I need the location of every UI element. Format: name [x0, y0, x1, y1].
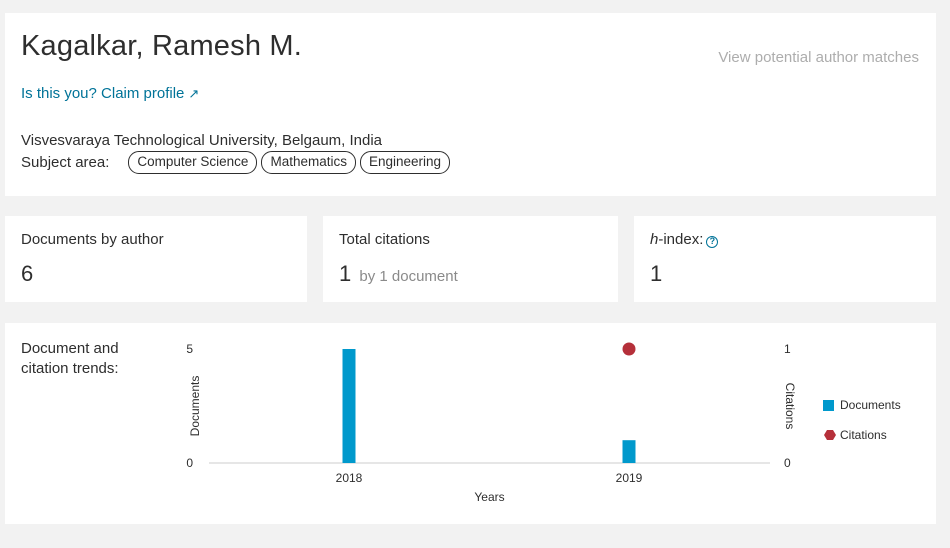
y-tick-label: 0 [186, 456, 193, 470]
legend-swatch-citations [824, 430, 836, 440]
x-tick-label: 2019 [616, 471, 643, 485]
y2-tick-label: 1 [784, 342, 791, 356]
trends-card: Document and citation trends: 0 5 0 1 Docume… [5, 323, 936, 524]
author-name: Kagalkar, Ramesh M. [21, 30, 303, 62]
documents-count: 6 [21, 261, 34, 286]
citations-label: Total citations [339, 231, 430, 248]
claim-profile-label: Is this you? Claim profile [21, 85, 185, 102]
legend-label: Documents [840, 398, 901, 412]
hindex-value: 1 [650, 261, 663, 286]
affiliation: Visvesvaraya Technological University, B… [21, 132, 383, 149]
subject-chip[interactable]: Computer Science [128, 151, 258, 174]
author-profile-card: Kagalkar, Ramesh M. View potential autho… [5, 13, 936, 196]
hindex-label-rest: -index: [658, 231, 704, 248]
citations-point [622, 342, 636, 356]
subject-chip[interactable]: Mathematics [261, 151, 356, 174]
view-potential-matches-link[interactable]: View potential author matches [718, 49, 919, 66]
documents-label: Documents by author [21, 231, 164, 248]
trends-chart: 0 5 0 1 Documents Citations Years 2018 2019 Docum… [186, 342, 901, 504]
documents-metric-card[interactable]: Documents by author 6 [5, 216, 307, 302]
legend-label: Citations [840, 428, 887, 442]
subject-area: Subject area: Computer Science Mathemati… [21, 151, 454, 174]
hindex-label: h-index:? [650, 231, 719, 248]
subject-chip[interactable]: Engineering [359, 151, 451, 174]
citations-sub: by 1 document [359, 268, 458, 285]
help-icon[interactable]: ? [706, 236, 719, 248]
citations-value-row: 1 by 1 document [339, 261, 458, 287]
subject-area-label: Subject area: [21, 154, 110, 171]
x-tick-label: 2018 [336, 471, 363, 485]
y-tick-label: 5 [186, 342, 193, 356]
legend-swatch-documents [823, 400, 834, 411]
y-axis-title: Documents [188, 376, 202, 437]
y2-axis-title: Citations [783, 383, 797, 430]
y2-tick-label: 0 [784, 456, 791, 470]
citations-metric-card[interactable]: Total citations 1 by 1 document [323, 216, 618, 302]
citations-count: 1 [339, 261, 352, 286]
x-axis-title: Years [474, 490, 504, 504]
claim-profile-link[interactable]: Is this you? Claim profile ↗ [21, 85, 199, 102]
documents-bar [622, 440, 636, 463]
documents-bar [342, 349, 356, 463]
external-arrow-icon: ↗ [188, 86, 200, 101]
hindex-metric-card[interactable]: h-index:? 1 [634, 216, 936, 302]
